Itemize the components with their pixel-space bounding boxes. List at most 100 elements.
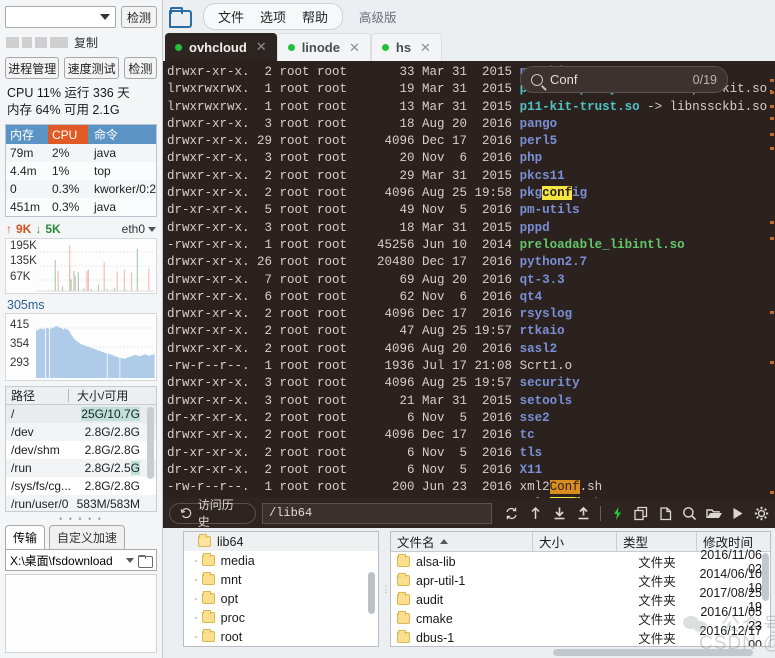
col-header-cpu[interactable]: CPU: [48, 125, 88, 144]
disk-row[interactable]: /dev/shm 2.8G/2.8G: [6, 441, 156, 459]
col-header-path[interactable]: 路径: [6, 387, 68, 404]
left-sidebar: 检测 复制 进程管理 速度测试 检测 CPU 11% 运行 336 天 内存 6…: [0, 0, 163, 658]
col-header-filetype[interactable]: 类型: [617, 532, 697, 551]
copy-link[interactable]: 复制: [74, 34, 98, 51]
panel-resize-grip[interactable]: • • • • •: [0, 512, 162, 525]
tree-item-lib64[interactable]: lib64: [184, 532, 378, 551]
open-folder-icon[interactable]: [706, 506, 722, 521]
refresh-icon[interactable]: [504, 506, 519, 521]
file-list[interactable]: 文件名 大小 类型 修改时间 alsa-lib 文件夹 2016/11/06 02 a…: [390, 531, 771, 647]
tree-expander[interactable]: -: [194, 574, 198, 586]
chevron-down-icon: [148, 226, 156, 232]
local-path-bar[interactable]: X:\桌面\fsdownload: [5, 549, 157, 571]
play-icon[interactable]: [730, 506, 745, 521]
disk-row[interactable]: /run/user/0 583M/583M: [6, 495, 156, 511]
menu-item-file[interactable]: 文件: [218, 7, 244, 26]
tree-item-label: proc: [220, 610, 245, 625]
search-match-marker: [770, 79, 774, 82]
download-icon[interactable]: [552, 506, 567, 521]
disk-path: /dev/shm: [11, 443, 60, 457]
process-row[interactable]: 0 0.3% kworker/0:2: [6, 180, 156, 198]
col-header-command[interactable]: 命令: [88, 125, 156, 144]
detect-button[interactable]: 检测: [123, 57, 157, 79]
session-tabs: ovhcloud ✕ linode ✕ hs ✕: [163, 32, 775, 61]
close-icon[interactable]: ✕: [256, 39, 267, 55]
file-modified: 2016/12/17 00: [699, 623, 762, 647]
terminal-line: -rw-r--r--. 1 root root 1936 Jul 17 21:0…: [167, 359, 573, 374]
folder-icon: [397, 573, 410, 586]
folder-icon[interactable]: [138, 554, 153, 568]
copy-icon[interactable]: [634, 506, 649, 521]
horizontal-scrollbar[interactable]: [553, 649, 753, 656]
pane-splitter[interactable]: ⋮: [382, 528, 391, 650]
paste-icon[interactable]: [658, 506, 673, 521]
terminal-search-box[interactable]: Conf 0/19: [520, 66, 728, 93]
menu-item-help[interactable]: 帮助: [302, 7, 328, 26]
tree-expander[interactable]: -: [194, 555, 198, 567]
process-table-header: 内存 CPU 命令: [6, 125, 156, 144]
tree-item-mnt[interactable]: - mnt: [184, 570, 378, 589]
col-header-filename[interactable]: 文件名: [391, 532, 533, 551]
terminal-line: dr-xr-xr-x. 2 root root 6 Nov 5 2016 sse…: [167, 410, 550, 425]
transfer-list-area: [5, 574, 157, 653]
session-tab-linode[interactable]: linode ✕: [276, 33, 371, 61]
remote-path-input[interactable]: /lib64: [262, 502, 492, 524]
disk-row[interactable]: /run 2.8G/2.5G: [6, 459, 156, 477]
host-copy-row: 复制: [0, 32, 162, 55]
file-name: cmake: [391, 611, 533, 626]
tree-scrollbar[interactable]: [368, 572, 375, 614]
interface-label: eth0: [121, 222, 145, 236]
tree-expander[interactable]: -: [194, 593, 198, 605]
process-row[interactable]: 4.4m 1% top: [6, 162, 156, 180]
process-row[interactable]: 79m 2% java: [6, 144, 156, 162]
file-list-scrollbar[interactable]: [762, 553, 769, 601]
custom-accel-button[interactable]: 自定义加速: [49, 525, 126, 549]
tree-item-opt[interactable]: - opt: [184, 589, 378, 608]
tab-transfer[interactable]: 传输: [5, 525, 46, 549]
open-folder-icon[interactable]: [169, 6, 193, 28]
process-memory: 79m: [10, 146, 34, 160]
chevron-down-icon[interactable]: [126, 557, 134, 563]
file-name: audit: [391, 592, 533, 607]
menu-item-options[interactable]: 选项: [260, 7, 286, 26]
tree-expander[interactable]: -: [194, 612, 198, 624]
col-header-filesize[interactable]: 大小: [533, 532, 617, 551]
disk-size: 2.8G/2.5G: [84, 461, 140, 475]
search-match-marker: [770, 237, 774, 240]
disk-row[interactable]: /dev 2.8G/2.8G: [6, 423, 156, 441]
tree-item-proc[interactable]: - proc: [184, 608, 378, 627]
disk-scrollbar[interactable]: [147, 407, 154, 479]
col-header-memory[interactable]: 内存: [6, 125, 48, 144]
speed-test-button[interactable]: 速度测试: [64, 57, 119, 79]
disk-row[interactable]: / 25G/10.7G: [6, 405, 156, 423]
connection-status-dot: [287, 44, 295, 51]
upload-rate: 9K: [16, 222, 32, 236]
session-tab-hs[interactable]: hs ✕: [370, 33, 442, 61]
close-icon[interactable]: ✕: [349, 40, 360, 56]
detect-button-top[interactable]: 检测: [120, 6, 157, 28]
upload-icon[interactable]: [576, 506, 591, 521]
tree-item-root[interactable]: - root: [184, 627, 378, 646]
chart-ytick-1: 135K: [9, 255, 38, 267]
up-icon[interactable]: [528, 506, 543, 521]
directory-tree[interactable]: lib64 - media - mnt - opt - proc - root: [183, 531, 379, 647]
tree-item-media[interactable]: - media: [184, 551, 378, 570]
tree-expander[interactable]: -: [194, 631, 198, 643]
host-combo[interactable]: [5, 6, 116, 28]
disk-row[interactable]: /sys/fs/cg... 2.8G/2.8G: [6, 477, 156, 495]
interface-selector[interactable]: eth0: [122, 222, 156, 236]
col-header-size[interactable]: 大小/可用: [69, 387, 156, 404]
gear-icon[interactable]: [754, 506, 769, 521]
advanced-version-label[interactable]: 高级版: [359, 7, 397, 26]
terminal[interactable]: drwxr-xr-x. 2 root root 33 Mar 31 2015 p…: [163, 61, 775, 498]
search-query[interactable]: Conf: [550, 72, 686, 87]
terminal-line: drwxr-xr-x. 2 root root 4096 Aug 20 2016…: [167, 341, 558, 356]
session-tab-ovhcloud[interactable]: ovhcloud ✕: [165, 33, 277, 61]
lightning-icon[interactable]: [610, 506, 625, 521]
close-icon[interactable]: ✕: [420, 40, 431, 56]
search-icon[interactable]: [682, 506, 697, 521]
process-row[interactable]: 451m 0.3% java: [6, 198, 156, 216]
file-row[interactable]: dbus-1 文件夹 2016/12/17 00: [391, 624, 770, 646]
history-button[interactable]: 访问历史: [169, 498, 256, 529]
process-manager-button[interactable]: 进程管理: [5, 57, 60, 79]
